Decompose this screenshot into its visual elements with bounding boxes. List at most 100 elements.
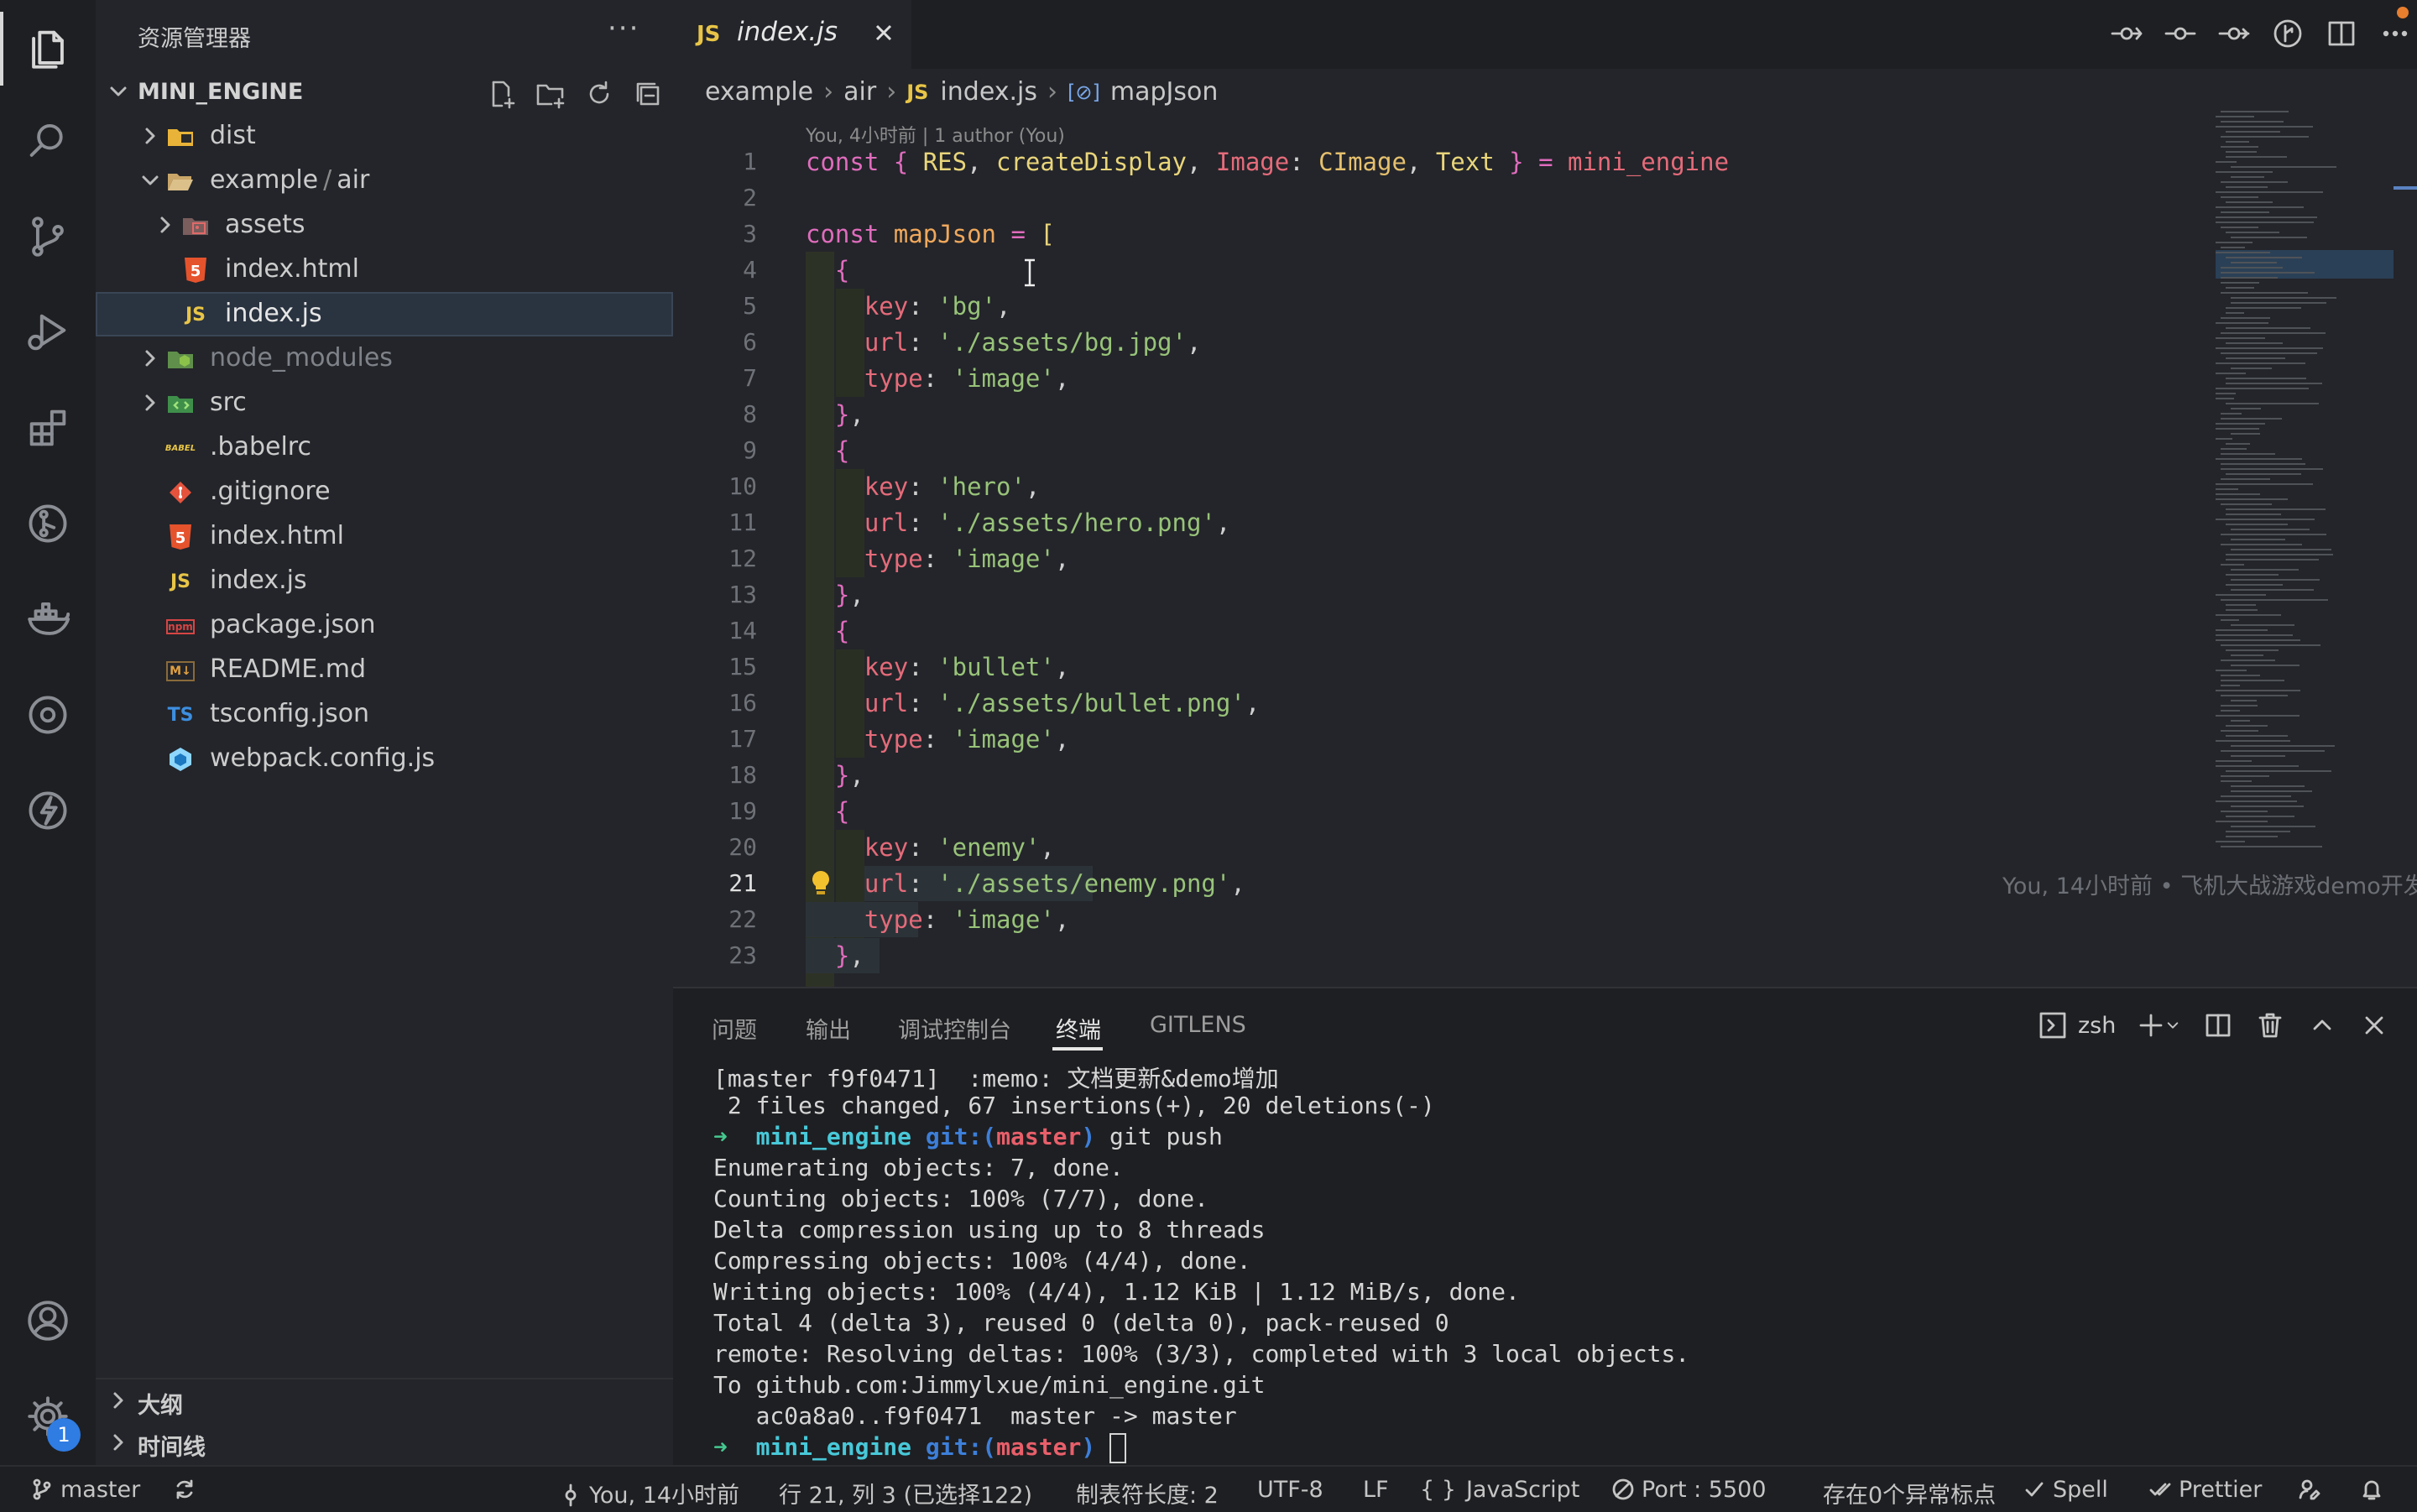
run-debug-icon[interactable] <box>14 299 81 366</box>
tab-index-js[interactable]: JS index.js <box>673 0 911 69</box>
live-server-port[interactable]: Port : 5500 <box>1611 1477 1767 1503</box>
source-control-icon[interactable] <box>14 203 81 270</box>
scrollbar-marker <box>2394 186 2417 190</box>
tree-item-tsconfig[interactable]: TS tsconfig.json <box>96 692 673 737</box>
tab-size[interactable]: 制表符长度: 2 <box>1076 1477 1219 1509</box>
blame-status[interactable]: You, 14小时前 <box>559 1477 739 1509</box>
notifications-bell-icon[interactable] <box>2360 1477 2390 1503</box>
docker-icon[interactable] <box>14 586 81 653</box>
activity-bar: 1 <box>0 0 96 1465</box>
code-line-key: key: 'enemy', <box>864 833 1055 862</box>
active-tab-indicator <box>1052 1047 1103 1051</box>
split-editor-icon[interactable] <box>2325 17 2358 50</box>
prettier-status[interactable]: Prettier <box>2148 1477 2262 1503</box>
target-icon[interactable] <box>14 681 81 748</box>
minimap[interactable] <box>2216 111 2394 883</box>
lightbulb-icon[interactable] <box>809 869 833 898</box>
notification-dot <box>2397 7 2409 18</box>
editor-tab-bar: JS index.js <box>673 0 2417 69</box>
terminal-shell-name[interactable]: zsh <box>2078 1013 2116 1039</box>
tree-item-node-modules[interactable]: node_modules <box>96 336 673 381</box>
tree-item-webpack-config[interactable]: webpack.config.js <box>96 737 673 781</box>
tree-item-label: dist <box>210 121 256 150</box>
line-number: 8 <box>743 400 757 428</box>
sync-icon[interactable] <box>173 1477 203 1503</box>
chevron-down-icon[interactable] <box>2163 1009 2183 1042</box>
collapse-all-icon[interactable] <box>631 77 665 111</box>
tree-item-readme[interactable]: M↓ README.md <box>96 648 673 692</box>
folder-dist-icon <box>166 123 195 151</box>
terminal-prompt-line[interactable]: ➜ mini_engine git:(master) <box>713 1433 1127 1463</box>
refresh-icon[interactable] <box>582 77 616 111</box>
more-actions-icon[interactable] <box>2378 17 2412 50</box>
code-line-open-brace: { <box>834 256 850 284</box>
project-name: MINI_ENGINE <box>138 79 304 105</box>
code-editor[interactable]: example › air › JS index.js › [⊘] mapJso… <box>673 69 2417 987</box>
tree-item-src[interactable]: src <box>96 381 673 425</box>
minimap-line <box>2221 468 2323 470</box>
gitlens-compare-icon[interactable] <box>2271 17 2305 50</box>
tree-item-index-js-nested[interactable]: JS index.js <box>96 292 673 336</box>
tree-item-gitignore[interactable]: .gitignore <box>96 470 673 514</box>
breadcrumb-item[interactable]: example <box>705 77 813 107</box>
minimap-line <box>2216 594 2266 596</box>
language-mode[interactable]: { } JavaScript <box>1420 1477 1579 1503</box>
tab-gitlens[interactable]: GITLENS <box>1150 1012 1246 1038</box>
close-icon[interactable] <box>871 20 896 45</box>
extensions-icon[interactable] <box>14 394 81 461</box>
tree-item-dist[interactable]: dist <box>96 114 673 159</box>
chevron-right-icon <box>107 1389 129 1415</box>
minimap-line <box>2216 398 2234 399</box>
terminal-line: Enumerating objects: 7, done. <box>713 1154 1124 1181</box>
code-line-type: type: 'image', <box>864 725 1070 753</box>
minimap-line <box>2221 211 2269 213</box>
git-commit-icon[interactable] <box>2110 17 2143 50</box>
git-commit-next-icon[interactable] <box>2217 17 2251 50</box>
punctuation-status[interactable]: 存在0个异常标点 <box>1823 1477 1996 1509</box>
git-commit-prev-icon[interactable] <box>2164 17 2197 50</box>
breadcrumb-item[interactable]: mapJson <box>1110 77 1219 107</box>
new-file-icon[interactable] <box>485 77 519 111</box>
tree-item-babelrc[interactable]: BABEL .babelrc <box>96 425 673 470</box>
explorer-icon[interactable] <box>14 15 81 82</box>
line-number: 5 <box>743 292 757 320</box>
tree-item-index-js[interactable]: JS index.js <box>96 559 673 603</box>
codelens-blame[interactable]: You, 4小时前 | 1 author (You) <box>806 121 1065 148</box>
maximize-panel-icon[interactable] <box>2305 1009 2339 1042</box>
branch-status[interactable]: master <box>30 1477 140 1503</box>
split-terminal-icon[interactable] <box>2201 1009 2235 1042</box>
breadcrumb-item[interactable]: air <box>843 77 876 107</box>
encoding[interactable]: UTF-8 <box>1257 1477 1323 1503</box>
tree-item-example-air[interactable]: example / air <box>96 159 673 203</box>
outline-section[interactable]: 大纲 <box>96 1378 673 1421</box>
timeline-section[interactable]: 时间线 <box>96 1421 673 1463</box>
minimap-line <box>2231 579 2320 581</box>
folder-open-icon <box>166 167 195 196</box>
tree-item-index-html[interactable]: 5 index.html <box>96 514 673 559</box>
spell-status[interactable]: Spell <box>2023 1477 2108 1503</box>
gitlens-icon[interactable] <box>14 490 81 557</box>
line-ending[interactable]: LF <box>1363 1477 1389 1503</box>
tree-item-index-html-nested[interactable]: 5 index.html <box>96 248 673 292</box>
cursor-position[interactable]: 行 21, 列 3 (已选择122) <box>779 1477 1032 1509</box>
more-actions-icon[interactable]: ··· <box>608 12 639 45</box>
project-header[interactable]: MINI_ENGINE <box>96 74 673 111</box>
lightning-icon[interactable] <box>14 777 81 844</box>
code-line-key: key: 'bg', <box>864 292 1011 321</box>
close-icon[interactable] <box>2357 1009 2391 1042</box>
tab-terminal[interactable]: 终端 <box>1056 1012 1101 1045</box>
minimap-line <box>2226 609 2258 611</box>
tree-item-package-json[interactable]: npm package.json <box>96 603 673 648</box>
timeline-label: 时间线 <box>138 1435 206 1461</box>
tab-output[interactable]: 输出 <box>806 1012 851 1045</box>
new-folder-icon[interactable] <box>534 77 567 111</box>
feedback-icon[interactable] <box>2298 1477 2328 1503</box>
breadcrumb-item[interactable]: index.js <box>940 77 1037 107</box>
account-icon[interactable] <box>14 1287 81 1354</box>
terminal-line: 2 files changed, 67 insertions(+), 20 de… <box>713 1092 1435 1119</box>
tab-debug-console[interactable]: 调试控制台 <box>898 1012 1011 1045</box>
trash-icon[interactable] <box>2253 1009 2287 1042</box>
tab-problems[interactable]: 问题 <box>712 1012 757 1045</box>
search-icon[interactable] <box>14 107 81 175</box>
tree-item-assets[interactable]: assets <box>96 203 673 248</box>
